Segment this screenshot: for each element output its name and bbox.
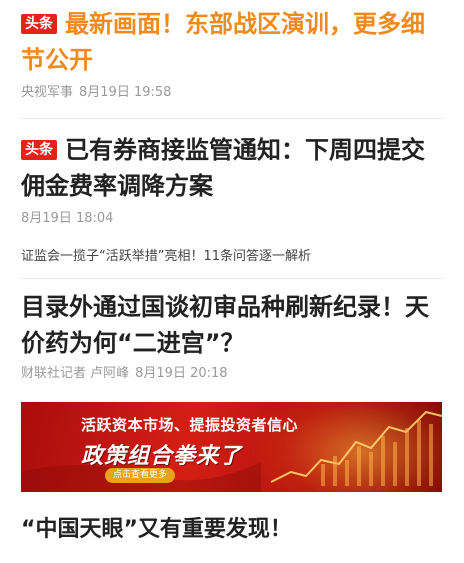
headline[interactable]: 头条 最新画面！东部战区演训，更多细节公开: [21, 6, 443, 78]
news-item[interactable]: “中国天眼”又有重要发现！: [0, 512, 464, 548]
news-source: 央视军事: [21, 85, 74, 100]
news-source: 财联社记者 卢阿峰: [21, 366, 130, 381]
related-link[interactable]: 证监会一揽子“活跃举措”亮相！11条问答逐一解析: [21, 248, 443, 266]
news-date: 8月19日 20:18: [135, 366, 228, 381]
headline-text[interactable]: “中国天眼”又有重要发现！: [21, 517, 292, 542]
headline[interactable]: 目录外通过国谈初审品种刷新纪录！天价药为何“二进宫”？: [21, 289, 443, 361]
news-meta: 财联社记者 卢阿峰 8月19日 20:18: [21, 365, 443, 383]
headline[interactable]: “中国天眼”又有重要发现！: [21, 512, 443, 548]
news-item[interactable]: 目录外通过国谈初审品种刷新纪录！天价药为何“二进宫”？ 财联社记者 卢阿峰 8月1…: [21, 279, 443, 383]
headline-tag: 头条: [21, 14, 57, 34]
headline[interactable]: 头条 已有券商接监管通知：下周四提交佣金费率调降方案: [21, 132, 443, 204]
news-item[interactable]: 头条 已有券商接监管通知：下周四提交佣金费率调降方案 8月19日 18:04 证监…: [21, 119, 443, 266]
news-date: 8月19日 19:58: [79, 85, 172, 100]
promo-banner[interactable]: 活跃资本市场、提振投资者信心 政策组合拳来了 点击查看更多: [21, 402, 442, 492]
headline-text[interactable]: 已有券商接监管通知：下周四提交佣金费率调降方案: [21, 136, 425, 200]
headline-text[interactable]: 目录外通过国谈初审品种刷新纪录！天价药为何“二进宫”？: [21, 293, 429, 357]
headline-tag: 头条: [21, 140, 57, 160]
news-date: 8月19日 18:04: [21, 211, 114, 226]
headline-text[interactable]: 最新画面！东部战区演训，更多细节公开: [21, 10, 425, 74]
news-item[interactable]: 头条 最新画面！东部战区演训，更多细节公开 央视军事 8月19日 19:58: [21, 0, 443, 102]
banner-title: 政策组合拳来了: [81, 444, 243, 469]
news-feed: 头条 最新画面！东部战区演训，更多细节公开 央视军事 8月19日 19:58 头条已…: [0, 0, 464, 383]
news-meta: 8月19日 18:04: [21, 210, 443, 228]
news-meta: 央视军事 8月19日 19:58: [21, 84, 443, 102]
banner-more-button[interactable]: 点击查看更多: [105, 468, 176, 483]
banner-subtitle: 活跃资本市场、提振投资者信心: [81, 416, 299, 434]
